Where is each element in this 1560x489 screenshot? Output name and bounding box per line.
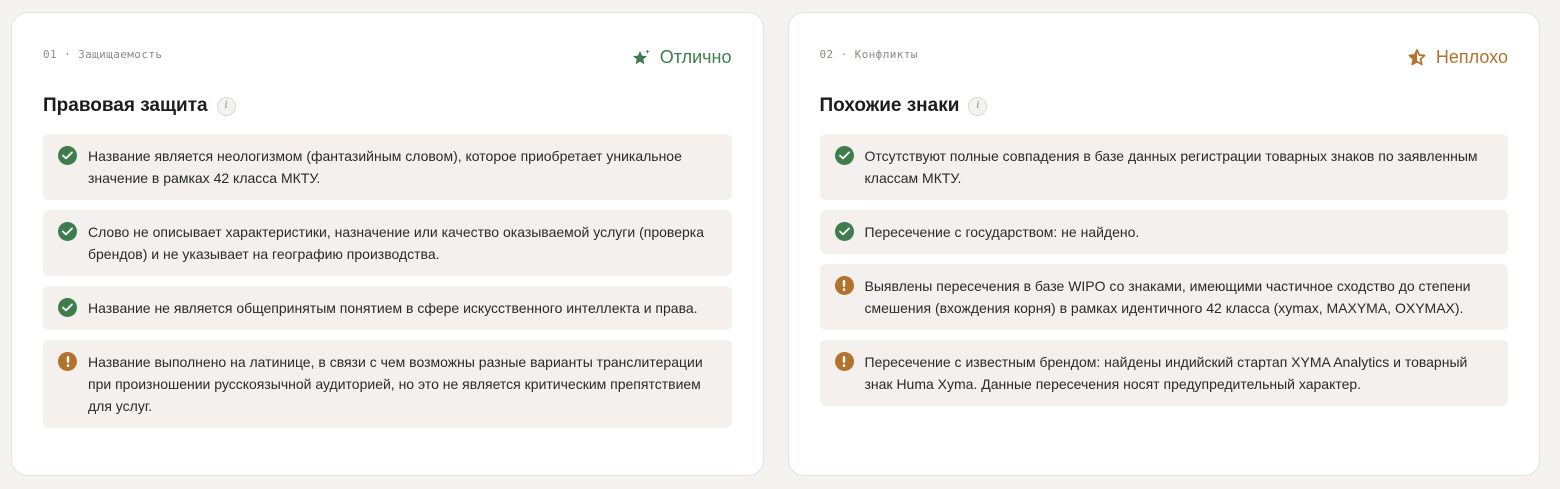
item-text: Слово не описывает характеристики, назна… (88, 224, 704, 262)
item-text: Название является неологизмом (фантазийн… (88, 148, 682, 186)
section-title-row: Правовая защита i (43, 91, 732, 121)
list-item: Пересечение с государством: не найдено. (819, 210, 1508, 254)
rating-badge: Отлично (631, 47, 732, 68)
rating-badge: Неплохо (1407, 47, 1508, 68)
info-icon[interactable]: i (968, 96, 988, 116)
protectability-card: 01 · Защищаемость Отлично Правовая защит… (11, 12, 764, 476)
info-icon[interactable]: i (216, 96, 236, 116)
check-circle-icon (58, 146, 77, 165)
assessment-cards: 01 · Защищаемость Отлично Правовая защит… (11, 12, 1540, 476)
check-circle-icon (834, 222, 854, 241)
rating-label: Отлично (659, 47, 732, 67)
exclamation-circle-icon (834, 276, 854, 295)
star-sparkle-icon (631, 48, 651, 68)
list-item: Слово не описывает характеристики, назна… (43, 210, 732, 276)
exclamation-circle-icon (834, 352, 854, 371)
criteria-list: Название является неологизмом (фантазийн… (43, 134, 732, 428)
item-text: Отсутствуют полные совпадения в базе дан… (864, 148, 1478, 186)
card-kicker: 01 · Защищаемость (43, 48, 163, 61)
card-header: 01 · Защищаемость Отлично (43, 45, 732, 79)
criteria-list: Отсутствуют полные совпадения в базе дан… (819, 134, 1508, 406)
star-half-icon (1407, 48, 1427, 68)
list-item: Выявлены пересечения в базе WIPO со знак… (819, 264, 1508, 330)
exclamation-circle-icon (58, 352, 77, 371)
list-item: Название является неологизмом (фантазийн… (43, 134, 732, 200)
list-item: Пересечение с известным брендом: найдены… (819, 340, 1508, 406)
item-text: Пересечение с известным брендом: найдены… (864, 354, 1468, 392)
list-item: Название не является общепринятым поняти… (43, 286, 732, 330)
section-title: Похожие знаки (819, 95, 960, 116)
item-text: Название не является общепринятым поняти… (88, 300, 698, 316)
rating-label: Неплохо (1435, 47, 1508, 67)
check-circle-icon (834, 146, 854, 165)
list-item: Название выполнено на латинице, в связи … (43, 340, 732, 428)
card-header: 02 · Конфликты Неплохо (820, 45, 1509, 79)
check-circle-icon (58, 298, 77, 317)
item-text: Название выполнено на латинице, в связи … (88, 354, 703, 414)
section-title-row: Похожие знаки i (820, 91, 1509, 121)
check-circle-icon (58, 222, 77, 241)
item-text: Пересечение с государством: не найдено. (864, 224, 1140, 240)
section-title: Правовая защита (43, 95, 208, 116)
list-item: Отсутствуют полные совпадения в базе дан… (819, 134, 1508, 200)
item-text: Выявлены пересечения в базе WIPO со знак… (864, 278, 1471, 316)
conflicts-card: 02 · Конфликты Неплохо Похожие знаки i О… (787, 12, 1540, 476)
card-kicker: 02 · Конфликты (819, 48, 918, 61)
